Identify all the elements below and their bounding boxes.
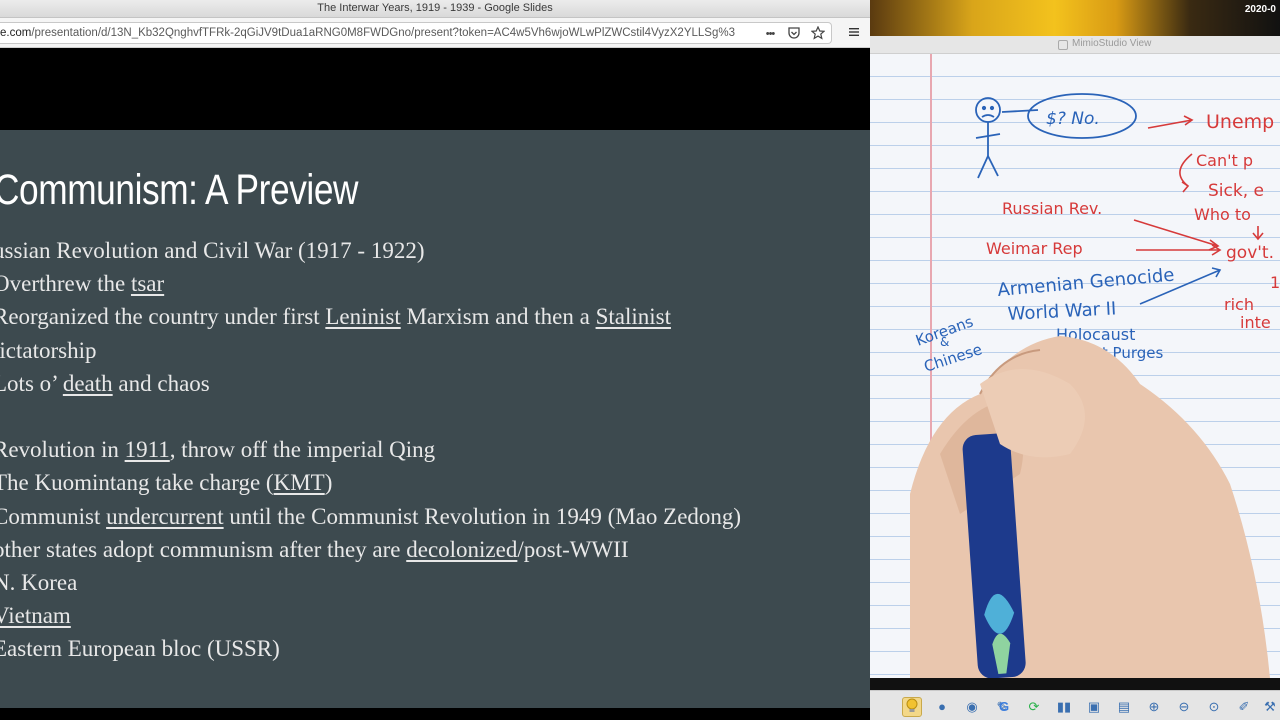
bullet-text: lictatorship <box>0 337 97 363</box>
tools-icon[interactable]: ⚒ <box>1260 697 1280 717</box>
window-title: The Interwar Years, 1919 - 1939 - Google… <box>317 2 553 14</box>
video-overlay: 2020-0 MimioStudio View $? No. Unemp Can… <box>870 0 1280 720</box>
chinese-text: Chinese <box>922 340 985 376</box>
and-text: & <box>940 335 949 349</box>
hand-with-marker <box>910 336 1270 678</box>
bullet-line: Reorganized the country under first Leni… <box>0 300 870 333</box>
star-icon[interactable] <box>810 25 826 42</box>
dot-icon[interactable]: ● <box>932 697 952 717</box>
browser-titlebar: The Interwar Years, 1919 - 1939 - Google… <box>0 0 870 18</box>
stick-figure-icon <box>975 93 1137 179</box>
window-icon <box>1058 40 1068 50</box>
page-actions-button[interactable]: ••• <box>762 26 778 42</box>
handwritten-notes: $? No. Unemp Can't p Sick, e Who to Russ… <box>910 93 1280 678</box>
bullet-line: ussian Revolution and Civil War (1917 - … <box>0 234 870 267</box>
link-text[interactable]: tsar <box>131 271 164 296</box>
screen-icon[interactable]: ▣ <box>1084 697 1104 717</box>
window-icon[interactable]: ▤ <box>1114 697 1134 717</box>
mimio-titlebar: MimioStudio View <box>870 36 1280 54</box>
bullet-text: N. Korea <box>0 569 78 595</box>
armenian-text: Armenian Genocide <box>997 265 1176 301</box>
bullet-line: : <box>0 400 870 433</box>
eye-icon[interactable]: ◉ <box>962 697 982 717</box>
ww2-text: World War II <box>1007 298 1117 325</box>
slide[interactable]: Communism: A Preview ussian Revolution a… <box>0 130 870 708</box>
bullet-text: ) <box>324 470 333 496</box>
bullet-line: N. Korea <box>0 566 870 599</box>
slide-bullets: ussian Revolution and Civil War (1917 - … <box>0 234 870 665</box>
govt-text: gov't. <box>1226 243 1274 263</box>
zoom-out-icon[interactable]: ⊖ <box>1174 697 1194 717</box>
unemp-text: Unemp <box>1206 111 1274 133</box>
link-text[interactable]: Leninist <box>325 304 400 329</box>
bullet-line: Communist undercurrent until the Communi… <box>0 500 870 533</box>
mimio-toolbar: ● ◉ ✎ G ⟳ ▮▮ ▣ ▤ ⊕ ⊖ ⊙ ✐ ⚒ <box>870 690 1280 720</box>
cant-text: Can't p <box>1196 151 1253 170</box>
refresh-icon[interactable]: ⟳ <box>1024 697 1044 717</box>
bullet-text: other states adopt communism after they … <box>0 536 407 562</box>
edit-icon[interactable]: ✐ <box>1234 697 1254 717</box>
russian-rev-text: Russian Rev. <box>1002 199 1102 218</box>
hamburger-menu-icon[interactable] <box>845 25 863 41</box>
rich-text: rich <box>1224 295 1254 314</box>
notebook-paper[interactable]: $? No. Unemp Can't p Sick, e Who to Russ… <box>870 54 1280 678</box>
weimar-text: Weimar Rep <box>986 239 1083 258</box>
bullet-text: Lots o’ <box>0 370 58 396</box>
timestamp: 2020-0 <box>1244 4 1276 15</box>
bullet-text: Eastern European bloc (USSR) <box>0 636 280 662</box>
bullet-line: Overthrew the tsar <box>0 267 870 300</box>
zoom-fit-icon[interactable]: ⊙ <box>1204 697 1224 717</box>
bullet-text: Reorganized the country under first <box>0 304 326 330</box>
inte-text: inte <box>1240 313 1271 332</box>
pause-icon[interactable]: ▮▮ <box>1054 697 1074 717</box>
url-text[interactable]: e.com/presentation/d/13N_Kb32QnghvfTFRk-… <box>0 27 735 39</box>
bullet-text: ussian Revolution and Civil War (1917 - … <box>0 238 425 263</box>
bullet-text: /post-WWII <box>517 536 629 562</box>
bullet-text: Overthrew the <box>0 271 131 297</box>
link-text[interactable]: Vietnam <box>0 603 71 628</box>
link-text[interactable]: undercurrent <box>106 504 224 529</box>
bullet-text: , throw off the imperial Qing <box>169 437 436 463</box>
address-bar[interactable]: e.com/presentation/d/13N_Kb32QnghvfTFRk-… <box>0 22 832 44</box>
slide-title: Communism: A Preview <box>0 166 359 214</box>
bullet-line: Vietnam <box>0 599 870 632</box>
link-text[interactable]: Stalinist <box>596 304 671 329</box>
browser-window: The Interwar Years, 1919 - 1939 - Google… <box>0 0 870 720</box>
bullet-line: other states adopt communism after they … <box>0 533 870 566</box>
webcam-feed: 2020-0 <box>870 0 1280 36</box>
sick-text: Sick, e <box>1208 181 1264 201</box>
bullet-text: and chaos <box>112 370 210 396</box>
mimio-window-title: MimioStudio View <box>1072 38 1152 49</box>
bullet-text: Revolution in <box>0 437 125 463</box>
bullet-line: Revolution in 1911, throw off the imperi… <box>0 433 870 466</box>
link-text[interactable]: KMT <box>274 470 325 495</box>
bullet-line: Eastern European bloc (USSR) <box>0 632 870 665</box>
bullet-text: until the Communist Revolution in 1949 (… <box>223 503 742 529</box>
link-text[interactable]: death <box>63 371 113 396</box>
bullet-line: Lots o’ death and chaos <box>0 367 870 400</box>
google-icon[interactable]: G <box>994 697 1014 717</box>
zoom-in-icon[interactable]: ⊕ <box>1144 697 1164 717</box>
bullet-line: lictatorship <box>0 334 870 367</box>
pocket-icon[interactable] <box>786 26 802 42</box>
who-to-text: Who to <box>1194 205 1251 224</box>
one-text: 1 <box>1270 273 1280 292</box>
bullet-text: Communist <box>0 503 107 529</box>
presentation-viewport: Communism: A Preview ussian Revolution a… <box>0 48 870 720</box>
bullet-text: Marxism and then a <box>400 304 596 330</box>
bullet-text: The Kuomintang take charge ( <box>0 470 274 496</box>
link-text[interactable]: decolonized <box>406 537 517 562</box>
money-bubble-text: $? No. <box>1046 109 1100 129</box>
bullet-line: The Kuomintang take charge (KMT) <box>0 466 870 499</box>
lightbulb-icon[interactable] <box>902 697 922 717</box>
browser-toolbar: e.com/presentation/d/13N_Kb32QnghvfTFRk-… <box>0 18 870 48</box>
link-text[interactable]: 1911 <box>125 437 170 462</box>
